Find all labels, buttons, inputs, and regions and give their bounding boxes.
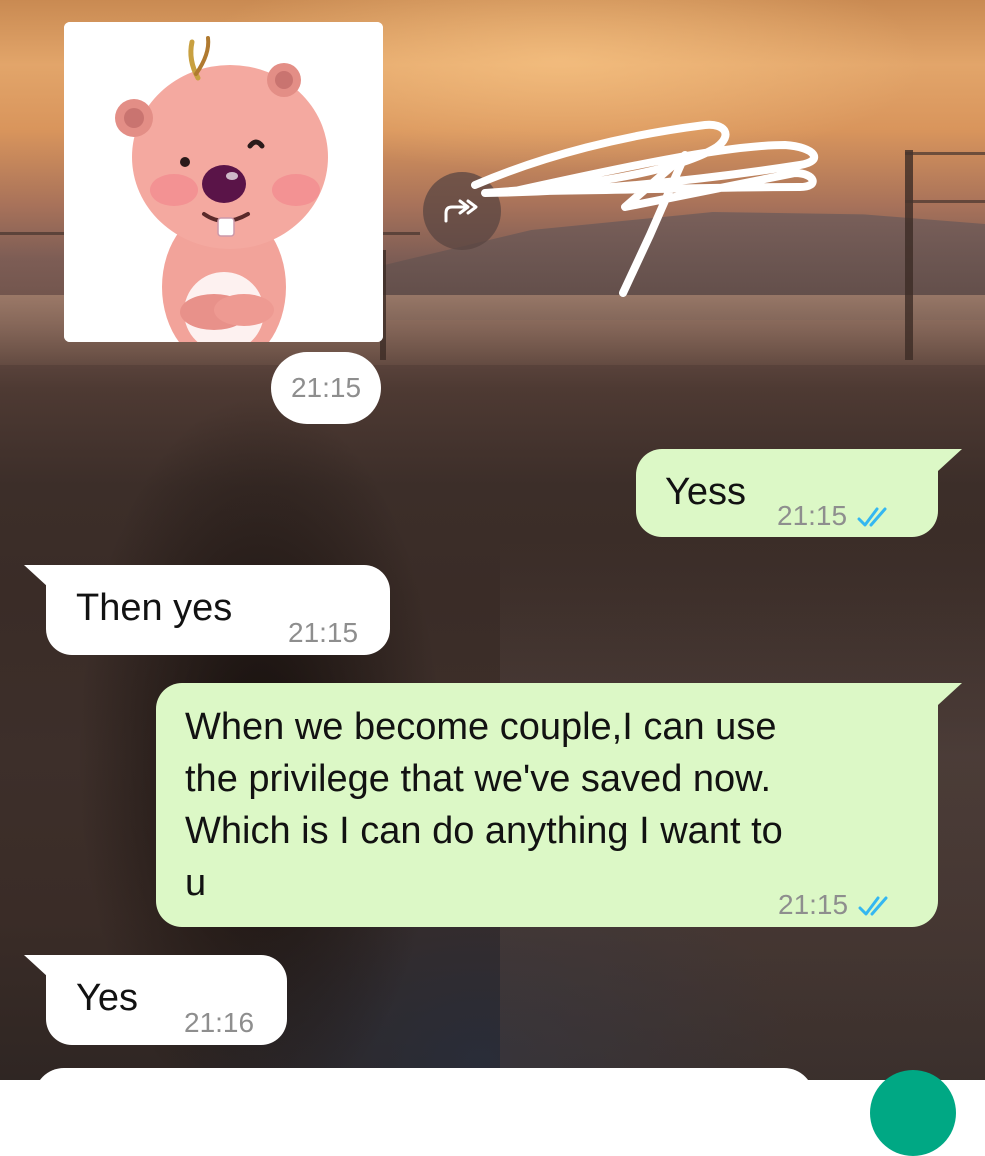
pink-beaver-sticker-icon: [64, 22, 383, 342]
message-text: Then yes: [76, 587, 233, 629]
read-ticks-icon: [857, 507, 887, 527]
message-meta: 21:15: [777, 490, 895, 542]
incoming-message[interactable]: Yes 21:16: [46, 955, 287, 1045]
message-time: 21:15: [778, 889, 849, 920]
message-text: When we become couple,I can use the priv…: [185, 706, 783, 904]
mic-button[interactable]: [870, 1070, 956, 1156]
white-scribble-drawing: [471, 120, 818, 297]
read-ticks-icon: [858, 896, 888, 916]
message-meta: 21:15: [778, 879, 896, 931]
message-time: 21:16: [184, 1007, 255, 1038]
message-text: Yess: [665, 471, 746, 513]
wallpaper-fence-rail: [905, 152, 985, 155]
outgoing-message[interactable]: Yess 21:15: [636, 449, 938, 537]
message-text: Yes: [76, 977, 138, 1019]
wallpaper-fence-rail: [905, 200, 985, 203]
sticker-timestamp: 21:15: [271, 352, 381, 424]
message-time: 21:15: [777, 500, 848, 531]
sticker-time-text: 21:15: [290, 372, 362, 403]
outgoing-message[interactable]: When we become couple,I can use the priv…: [156, 683, 938, 927]
wallpaper-fence-post: [905, 150, 913, 360]
message-input-field[interactable]: [34, 1068, 814, 1128]
incoming-message[interactable]: Then yes 21:15: [46, 565, 390, 655]
message-time: 21:15: [288, 617, 359, 648]
sticker-message[interactable]: [64, 22, 383, 342]
